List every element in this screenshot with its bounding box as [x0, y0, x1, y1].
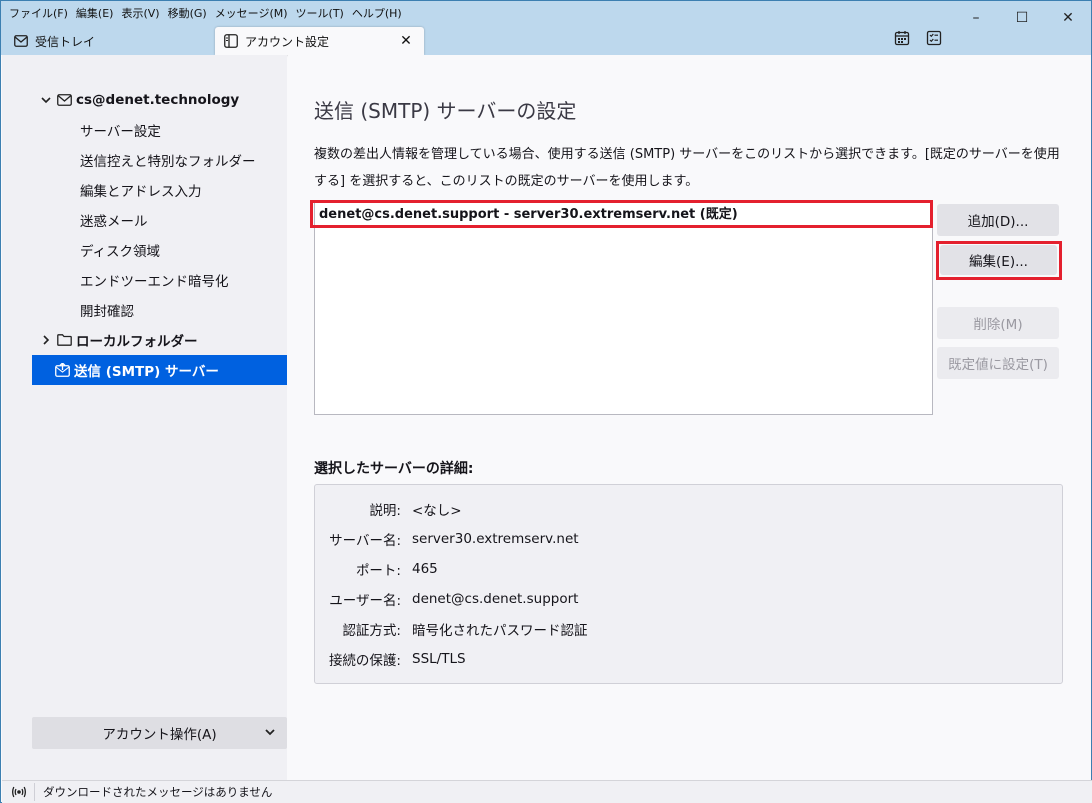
detail-label: 説明:	[369, 503, 401, 519]
detail-port: ポート: 465	[315, 554, 1055, 584]
smtp-label: 送信 (SMTP) サーバー	[74, 364, 219, 380]
status-divider	[34, 783, 35, 801]
server-details: 説明: <なし> サーバー名: server30.extremserv.net …	[314, 484, 1063, 684]
sidebar-item-junk[interactable]: 迷惑メール	[32, 205, 287, 235]
sidebar-item-smtp[interactable]: 送信 (SMTP) サーバー	[32, 355, 287, 385]
tree-local-folders[interactable]: ローカルフォルダー	[32, 325, 287, 355]
tree-account[interactable]: cs@denet.technology	[32, 85, 287, 115]
sidebar-item-return-receipts[interactable]: 開封確認	[32, 295, 287, 325]
tab-inbox[interactable]: 受信トレイ	[7, 27, 207, 55]
app-window: ファイル(F) 編集(E) 表示(V) 移動(G) メッセージ(M) ツール(T…	[0, 0, 1092, 803]
detail-value: 465	[412, 561, 438, 577]
description-text: 複数の差出人情報を管理している場合、使用する送信 (SMTP) サーバーをこのリ…	[314, 147, 1060, 189]
add-button[interactable]: 追加(D)...	[937, 204, 1059, 236]
detail-value: SSL/TLS	[412, 651, 466, 667]
menu-go[interactable]: 移動(G)	[164, 5, 211, 23]
detail-value: server30.extremserv.net	[412, 531, 579, 547]
menu-file[interactable]: ファイル(F)	[5, 5, 72, 23]
tab-inbox-label: 受信トレイ	[35, 34, 96, 49]
account-name: cs@denet.technology	[76, 92, 240, 108]
title-bar: ファイル(F) 編集(E) 表示(V) 移動(G) メッセージ(M) ツール(T…	[1, 1, 1091, 55]
detail-label: サーバー名:	[329, 533, 401, 549]
sidebar-item-disk-space[interactable]: ディスク領域	[32, 235, 287, 265]
inbox-icon	[13, 33, 29, 49]
delete-button[interactable]: 削除(M)	[937, 307, 1059, 339]
tab-account-settings-label: アカウント設定	[245, 34, 330, 49]
tasks-icon[interactable]	[925, 29, 943, 47]
toolbar-icons	[893, 29, 943, 47]
set-default-button[interactable]: 既定値に設定(T)	[937, 347, 1059, 379]
account-actions-label: アカウント操作(A)	[102, 727, 217, 743]
detail-value: denet@cs.denet.support	[412, 591, 579, 607]
detail-connection-security: 接続の保護: SSL/TLS	[315, 644, 1055, 674]
status-text: ダウンロードされたメッセージはありません	[43, 785, 273, 799]
list-item[interactable]: denet@cs.denet.support - server30.extrem…	[317, 204, 930, 226]
status-bar: ダウンロードされたメッセージはありません	[2, 780, 1092, 803]
menu-message[interactable]: メッセージ(M)	[211, 5, 292, 23]
detail-label: 認証方式:	[342, 623, 401, 639]
chevron-down-icon	[263, 725, 277, 739]
menu-tools[interactable]: ツール(T)	[292, 5, 348, 23]
detail-auth-method: 認証方式: 暗号化されたパスワード認証	[315, 614, 1055, 644]
calendar-icon[interactable]	[893, 29, 911, 47]
sidebar-item-server-settings[interactable]: サーバー設定	[32, 115, 287, 145]
outgoing-server-icon	[54, 362, 70, 378]
detail-server-name: サーバー名: server30.extremserv.net	[315, 524, 1055, 554]
details-title: 選択したサーバーの詳細:	[314, 461, 474, 477]
account-settings-icon	[223, 33, 239, 49]
online-status-icon[interactable]	[10, 783, 28, 801]
detail-label: ポート:	[355, 563, 401, 579]
mail-icon	[56, 92, 72, 108]
menu-bar: ファイル(F) 編集(E) 表示(V) 移動(G) メッセージ(M) ツール(T…	[5, 5, 406, 23]
edit-button[interactable]: 編集(E)...	[940, 245, 1057, 275]
smtp-settings-panel: 送信 (SMTP) サーバーの設定 複数の差出人情報を管理している場合、使用する…	[288, 55, 1091, 780]
menu-edit[interactable]: 編集(E)	[72, 5, 118, 23]
folder-icon	[56, 332, 72, 348]
tab-account-settings[interactable]: アカウント設定 ✕	[215, 27, 424, 55]
account-actions-button[interactable]: アカウント操作(A)	[32, 717, 287, 749]
chevron-down-icon[interactable]	[38, 92, 54, 108]
smtp-server-list[interactable]: denet@cs.denet.support - server30.extrem…	[314, 201, 933, 415]
chevron-right-icon[interactable]	[38, 332, 54, 348]
local-folders-label: ローカルフォルダー	[76, 334, 198, 350]
menu-help[interactable]: ヘルプ(H)	[348, 5, 406, 23]
menu-view[interactable]: 表示(V)	[117, 5, 163, 23]
sidebar-item-e2e-encryption[interactable]: エンドツーエンド暗号化	[32, 265, 287, 295]
sidebar-item-composition[interactable]: 編集とアドレス入力	[32, 175, 287, 205]
detail-value: <なし>	[412, 503, 462, 519]
account-sidebar: cs@denet.technology サーバー設定 送信控えと特別なフォルダー…	[2, 55, 287, 780]
detail-label: 接続の保護:	[328, 653, 401, 669]
detail-username: ユーザー名: denet@cs.denet.support	[315, 584, 1055, 614]
detail-value: 暗号化されたパスワード認証	[412, 623, 588, 639]
detail-description: 説明: <なし>	[315, 494, 1055, 524]
close-icon[interactable]: ✕	[398, 33, 414, 49]
detail-label: ユーザー名:	[329, 593, 401, 609]
account-tree: cs@denet.technology サーバー設定 送信控えと特別なフォルダー…	[32, 85, 287, 385]
page-title: 送信 (SMTP) サーバーの設定	[314, 99, 577, 123]
sidebar-item-copies-folders[interactable]: 送信控えと特別なフォルダー	[32, 145, 287, 175]
